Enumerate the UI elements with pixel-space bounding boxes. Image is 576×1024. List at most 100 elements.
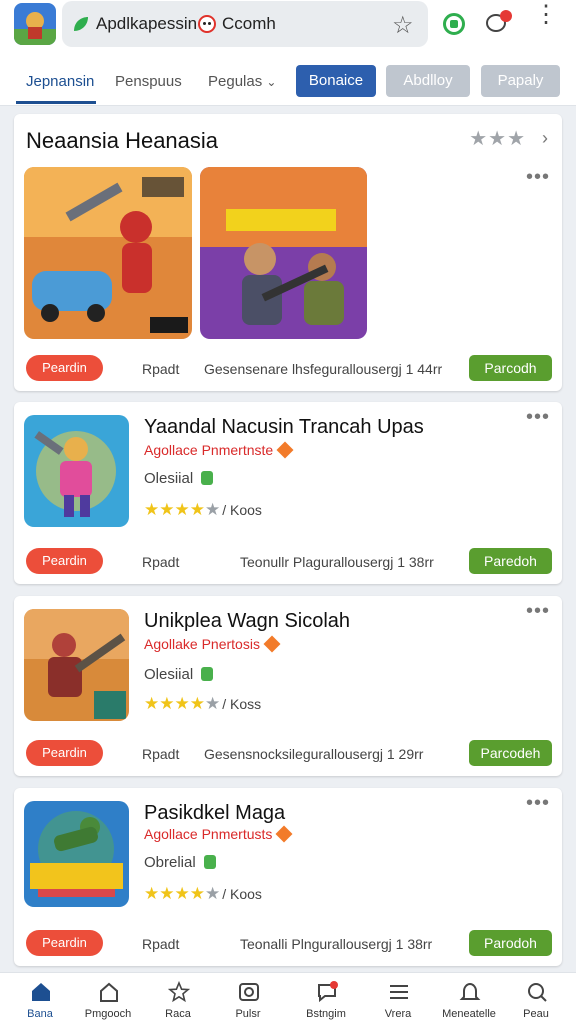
more-menu-icon[interactable]: ⋮: [534, 3, 558, 27]
app-name: Yaandal Nacusin Trancah Upas: [144, 416, 424, 438]
game-artwork-2[interactable]: [200, 167, 367, 339]
house-outline-icon: [100, 982, 118, 1002]
nav-item-bstngim[interactable]: Bstngim: [294, 973, 358, 1024]
nav-label: Peau: [523, 1008, 549, 1020]
verified-badge-icon: [276, 441, 294, 459]
nav-item-vrera[interactable]: Vrera: [366, 973, 430, 1024]
action-button-red[interactable]: Peardin: [26, 930, 103, 956]
bell-icon: [459, 982, 481, 1000]
more-options-icon[interactable]: •••: [526, 406, 550, 429]
shield-icon: [201, 471, 214, 485]
more-options-icon[interactable]: •••: [526, 166, 550, 189]
shield-icon: [201, 667, 214, 681]
action-button-green[interactable]: Parcodh: [469, 355, 552, 381]
star-rating: ★★★★★ / Koos: [144, 884, 262, 904]
action-button-green[interactable]: Parodoh: [469, 930, 552, 956]
meta-right: Gesensnocksilegurallousergj 1 29rr: [204, 746, 424, 762]
official-text: Olesiial: [144, 666, 194, 683]
filter-chip-papaly[interactable]: Papaly: [481, 65, 560, 97]
empty-star-icon: ★: [204, 694, 221, 713]
chevron-right-icon[interactable]: ›: [542, 128, 548, 149]
star-rating: ★★★★★ / Koss: [144, 694, 261, 714]
app-name: Unikplea Wagn Sicolah: [144, 610, 351, 632]
developer-name: Agollake Pnertosis: [144, 635, 281, 653]
meta-left: Rpadt: [142, 361, 180, 377]
active-tab-indicator: [16, 101, 96, 104]
official-text: Olesiial: [144, 470, 194, 487]
meta-right: Teonalli Plngurallousergj 1 38rr: [240, 936, 433, 952]
nav-item-bana[interactable]: Bana: [8, 973, 72, 1024]
verified-badge-icon: [263, 635, 281, 653]
nav-label: Pmgooch: [84, 1008, 132, 1020]
list-icon: [390, 985, 408, 999]
empty-star-icon: ★: [204, 500, 221, 519]
nav-item-meneatelle[interactable]: Meneatelle: [437, 973, 501, 1024]
app-logo-icon[interactable]: [14, 3, 56, 45]
star-icon: [168, 981, 190, 1003]
nav-item-pmgooch[interactable]: Pmgooch: [76, 973, 140, 1024]
record-icon[interactable]: [443, 13, 465, 35]
address-text-secondary: Ccomh: [222, 14, 276, 33]
rating-stars-icon: ★★★: [469, 128, 526, 150]
star-rating: ★★★★★ / Koos: [144, 500, 262, 520]
empty-star-icon: ★: [204, 884, 221, 903]
meta-right: Teonullr Plagurallousergj 1 38rr: [240, 554, 434, 570]
app-name: Pasikdkel Maga: [144, 802, 286, 824]
chevron-down-icon: ⌄: [266, 75, 277, 89]
tab-penspuus[interactable]: Penspuus: [115, 73, 182, 90]
chat-icon: [318, 981, 338, 1003]
shield-icon: [203, 855, 216, 869]
tab-jepnansin[interactable]: Jepnansin: [26, 73, 94, 90]
action-button-green[interactable]: Paredoh: [469, 548, 552, 574]
privacy-icon: [198, 15, 216, 33]
verified-badge-icon: [275, 825, 293, 843]
featured-card: Neaansia Heanasia ★★★ › ••• Peardin Rpad…: [14, 114, 562, 391]
filter-chip-abdlloy[interactable]: Abdlloy: [386, 65, 470, 97]
leaf-icon: [74, 17, 88, 31]
featured-title: Neaansia Heanasia: [26, 128, 219, 153]
filter-chip-bonaice[interactable]: Bonaice: [296, 65, 376, 97]
nav-label: Vrera: [384, 1008, 412, 1020]
game-artwork-1[interactable]: [24, 167, 192, 339]
more-options-icon[interactable]: •••: [526, 792, 550, 815]
app-thumbnail[interactable]: [24, 801, 129, 907]
developer-label: Agollake Pnertosis: [144, 636, 260, 652]
nav-label: Bana: [27, 1008, 53, 1020]
home-icon: [32, 983, 50, 1001]
camera-icon: [239, 983, 259, 1001]
app-card[interactable]: Pasikdkel Maga ••• Agollace Pnmertusts O…: [14, 788, 562, 966]
nav-label: Bstngim: [306, 1008, 346, 1020]
nav-label: Raca: [165, 1008, 191, 1020]
action-button-red[interactable]: Peardin: [26, 548, 103, 574]
action-button-green[interactable]: Parcodeh: [469, 740, 552, 766]
meta-left: Rpadt: [142, 554, 180, 570]
nav-label: Pulsr: [235, 1008, 261, 1020]
address-bar[interactable]: Apdlkapessin Ccomh ☆: [62, 1, 428, 47]
nav-item-pulsr[interactable]: Pulsr: [216, 973, 280, 1024]
developer-name: Agollace Pnmertnste: [144, 441, 294, 459]
app-thumbnail[interactable]: [24, 609, 129, 721]
search-icon: [528, 983, 547, 1002]
developer-name: Agollace Pnmertusts: [144, 825, 293, 843]
official-label: Olesiial: [144, 470, 214, 487]
meta-left: Rpadt: [142, 746, 180, 762]
bookmark-star-icon[interactable]: ☆: [392, 11, 414, 40]
notifications-chat-icon[interactable]: [486, 10, 512, 32]
app-card[interactable]: Yaandal Nacusin Trancah Upas ••• Agollac…: [14, 402, 562, 584]
meta-right: Gesensenare lhsfegurallousergj 1 44rr: [204, 361, 443, 377]
nav-label: Meneatelle: [442, 1008, 496, 1020]
developer-label: Agollace Pnmertnste: [144, 442, 274, 458]
nav-item-peau[interactable]: Peau: [504, 973, 568, 1024]
browser-toolbar: Apdlkapessin Ccomh ☆ ⋮: [0, 0, 576, 50]
more-options-icon[interactable]: •••: [526, 600, 550, 623]
app-card[interactable]: Unikplea Wagn Sicolah ••• Agollake Pnert…: [14, 596, 562, 776]
rating-text: / Koss: [222, 696, 262, 712]
nav-item-raca[interactable]: Raca: [146, 973, 210, 1024]
tab-pegulas[interactable]: Pegulas ⌄: [208, 73, 276, 90]
tab-pegulas-label: Pegulas: [208, 73, 263, 90]
rating-text: / Koos: [222, 502, 262, 518]
action-button-red[interactable]: Peardin: [26, 740, 103, 766]
app-thumbnail[interactable]: [24, 415, 129, 527]
meta-left: Rpadt: [142, 936, 180, 952]
action-button-red[interactable]: Peardin: [26, 355, 103, 381]
